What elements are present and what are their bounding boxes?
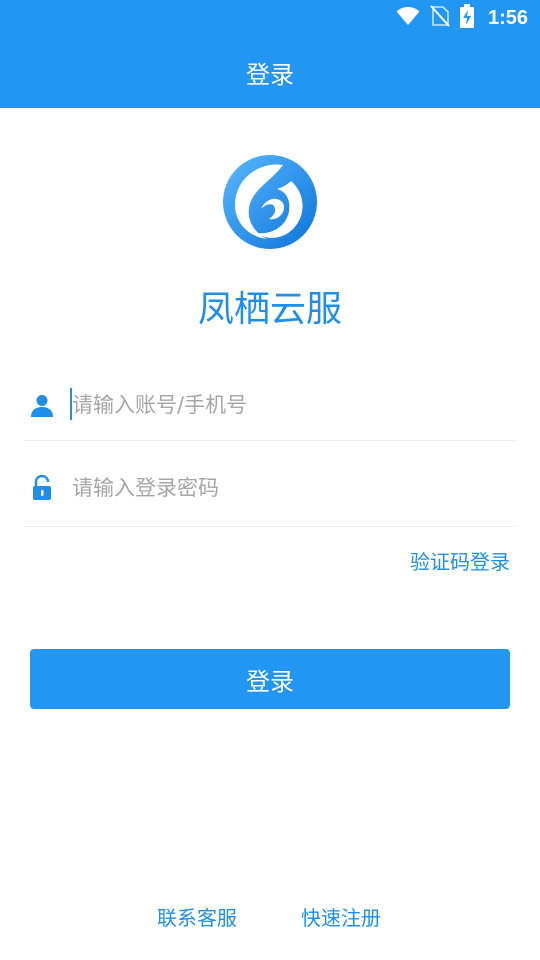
username-input[interactable] [72,385,517,425]
status-icons: 1:56 [396,4,528,32]
sms-login-link[interactable]: 验证码登录 [410,546,510,575]
text-cursor [70,388,72,420]
app-header: 1:56 登录 [0,0,540,108]
divider [24,526,517,527]
login-button[interactable]: 登录 [30,649,510,709]
lock-icon [30,475,54,500]
title-bar: 登录 [0,36,540,108]
password-field[interactable] [24,460,517,516]
wifi-icon [396,6,420,30]
contact-support-link[interactable]: 联系客服 [157,902,237,931]
status-bar: 1:56 [0,0,540,36]
user-icon [30,393,54,417]
status-time: 1:56 [487,6,528,29]
app-name: 凤栖云服 [197,289,342,330]
phoenix-logo-icon [221,153,319,251]
quick-register-link[interactable]: 快速注册 [301,902,381,931]
page-title: 登录 [246,60,294,89]
username-field[interactable] [24,377,517,433]
password-input[interactable] [72,468,517,508]
no-sim-icon [430,5,450,31]
divider [24,440,517,441]
battery-charging-icon [459,4,474,32]
